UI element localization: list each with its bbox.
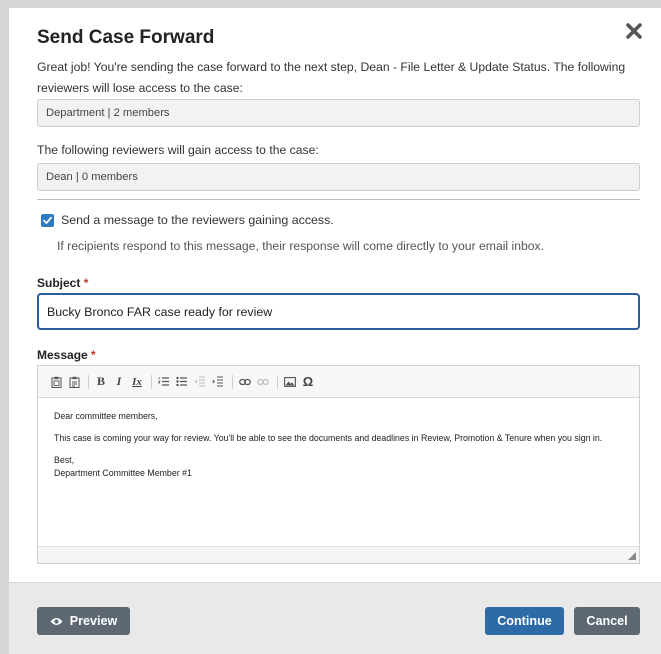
subject-input[interactable] bbox=[37, 293, 640, 330]
eye-icon bbox=[50, 617, 63, 625]
message-label: Message * bbox=[37, 348, 96, 362]
continue-button[interactable]: Continue bbox=[485, 607, 564, 635]
unlink-icon[interactable] bbox=[255, 373, 271, 391]
message-body[interactable]: Dear committee members, This case is com… bbox=[38, 398, 639, 546]
paste-icon[interactable] bbox=[48, 373, 64, 391]
gaining-access-group: Dean | 0 members bbox=[37, 163, 640, 191]
send-message-checkbox[interactable] bbox=[41, 214, 54, 227]
preview-button[interactable]: Preview bbox=[37, 607, 130, 635]
preview-label: Preview bbox=[69, 614, 118, 628]
editor-toolbar: B I Ix Ω bbox=[38, 366, 639, 398]
message-closing: Best, bbox=[54, 455, 75, 465]
numbered-list-icon[interactable] bbox=[156, 373, 172, 391]
italic-icon[interactable]: I bbox=[111, 373, 127, 391]
checkmark-icon bbox=[43, 216, 52, 224]
resize-handle-icon[interactable] bbox=[628, 552, 636, 560]
toolbar-separator bbox=[151, 374, 152, 389]
remove-format-icon[interactable]: Ix bbox=[129, 373, 145, 391]
special-char-icon[interactable]: Ω bbox=[300, 373, 316, 391]
outdent-icon[interactable] bbox=[192, 373, 208, 391]
toolbar-separator bbox=[277, 374, 278, 389]
close-icon[interactable] bbox=[624, 21, 644, 41]
subject-label: Subject * bbox=[37, 276, 89, 290]
link-icon[interactable] bbox=[237, 373, 253, 391]
cancel-button[interactable]: Cancel bbox=[574, 607, 640, 635]
message-editor: B I Ix Ω Dear committee members, This ca… bbox=[37, 365, 640, 564]
divider bbox=[37, 199, 640, 200]
editor-statusbar bbox=[38, 546, 639, 563]
required-marker: * bbox=[91, 348, 96, 362]
send-message-label[interactable]: Send a message to the reviewers gaining … bbox=[61, 213, 334, 227]
paste-text-icon[interactable] bbox=[66, 373, 82, 391]
toolbar-separator bbox=[232, 374, 233, 389]
dialog-footer: Preview Continue Cancel bbox=[9, 582, 661, 654]
toolbar-separator bbox=[88, 374, 89, 389]
send-case-forward-dialog: Send Case Forward Great job! You're send… bbox=[9, 8, 661, 654]
indent-icon[interactable] bbox=[210, 373, 226, 391]
required-marker: * bbox=[83, 276, 89, 290]
message-greeting: Dear committee members, bbox=[54, 411, 158, 421]
bold-icon[interactable]: B bbox=[93, 373, 109, 391]
bulleted-list-icon[interactable] bbox=[174, 373, 190, 391]
message-signature: Department Committee Member #1 bbox=[54, 468, 192, 478]
losing-access-group: Department | 2 members bbox=[37, 99, 640, 127]
reply-hint: If recipients respond to this message, t… bbox=[57, 239, 545, 253]
message-paragraph: This case is coming your way for review.… bbox=[54, 433, 603, 443]
gain-access-label: The following reviewers will gain access… bbox=[37, 143, 319, 157]
dialog-title: Send Case Forward bbox=[37, 27, 215, 48]
image-icon[interactable] bbox=[282, 373, 298, 391]
intro-text: Great job! You're sending the case forwa… bbox=[37, 60, 626, 95]
